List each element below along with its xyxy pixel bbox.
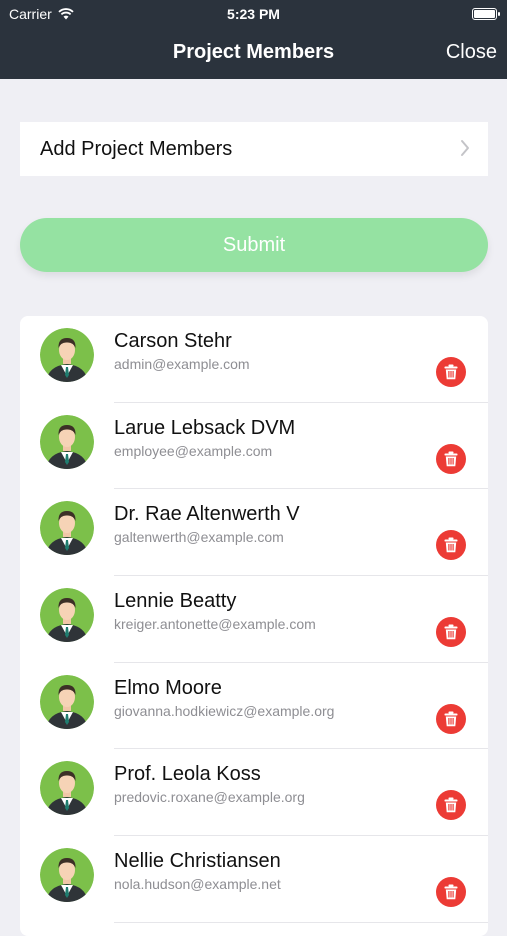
battery-icon <box>472 8 500 20</box>
trash-icon <box>444 451 458 466</box>
page-title: Project Members <box>172 41 335 63</box>
member-email: employee@example.com <box>114 442 273 459</box>
member-name: Prof. Leola Koss <box>114 763 261 786</box>
delete-member-button[interactable] <box>436 357 466 387</box>
member-name: Nellie Christiansen <box>114 850 281 873</box>
member-name: Larue Lebsack DVM <box>114 416 296 439</box>
member-name: Lennie Beatty <box>114 590 237 613</box>
trash-icon <box>444 537 458 553</box>
person-avatar-icon <box>40 761 94 816</box>
member-email: predovic.roxane@example.org <box>114 789 305 806</box>
status-bar: Carrier 5:23 PM <box>0 0 507 28</box>
trash-icon <box>444 711 458 726</box>
person-avatar-icon <box>40 328 94 382</box>
member-row: Carson Stehr admin@example.com <box>20 316 488 403</box>
delete-member-button[interactable] <box>436 877 466 908</box>
person-avatar-icon <box>40 588 94 643</box>
nav-bar: Project Members Close <box>0 28 507 79</box>
member-email: kreiger.antonette@example.com <box>114 616 316 633</box>
member-email: nola.hudson@example.net <box>114 876 281 893</box>
person-avatar-icon <box>40 848 94 903</box>
member-row: Prof. Leola Koss predovic.roxane@example… <box>20 749 488 837</box>
delete-member-button[interactable] <box>436 617 466 648</box>
member-name: Dr. Rae Altenwerth V <box>114 503 300 526</box>
trash-icon <box>444 797 458 813</box>
person-avatar-icon <box>40 674 94 729</box>
member-name: Carson Stehr <box>114 330 232 352</box>
trash-icon <box>444 364 458 380</box>
add-project-members-label: Add Project Members <box>40 137 233 160</box>
delete-member-button[interactable] <box>436 530 466 561</box>
trash-icon <box>444 624 458 640</box>
delete-member-button[interactable] <box>436 443 466 474</box>
member-row: Nellie Christiansen nola.hudson@example.… <box>20 836 488 923</box>
member-row: Lennie Beatty kreiger.antonette@example.… <box>20 576 488 663</box>
delete-member-button[interactable] <box>436 790 466 821</box>
member-name: Elmo Moore <box>114 676 222 699</box>
delete-member-button[interactable] <box>436 703 466 734</box>
add-project-members-row[interactable]: Add Project Members <box>20 122 488 176</box>
member-row: Elmo Moore giovanna.hodkiewicz@example.o… <box>20 663 488 750</box>
member-email: giovanna.hodkiewicz@example.org <box>114 702 335 719</box>
member-row: Dr. Rae Altenwerth V galtenwerth@example… <box>20 489 488 577</box>
person-avatar-icon <box>40 414 94 469</box>
clock: 5:23 PM <box>227 6 280 22</box>
members-list: Carson Stehr admin@example.com Larue Leb… <box>20 316 488 936</box>
trash-icon <box>444 884 458 900</box>
submit-button[interactable]: Submit <box>20 218 488 272</box>
member-email: galtenwerth@example.com <box>114 529 284 546</box>
member-email: admin@example.com <box>114 356 250 372</box>
person-avatar-icon <box>40 501 94 556</box>
row-separator <box>114 921 488 923</box>
member-row: Larue Lebsack DVM employee@example.com <box>20 403 488 490</box>
chevron-right-icon <box>461 140 469 156</box>
close-button[interactable]: Close <box>446 41 497 64</box>
